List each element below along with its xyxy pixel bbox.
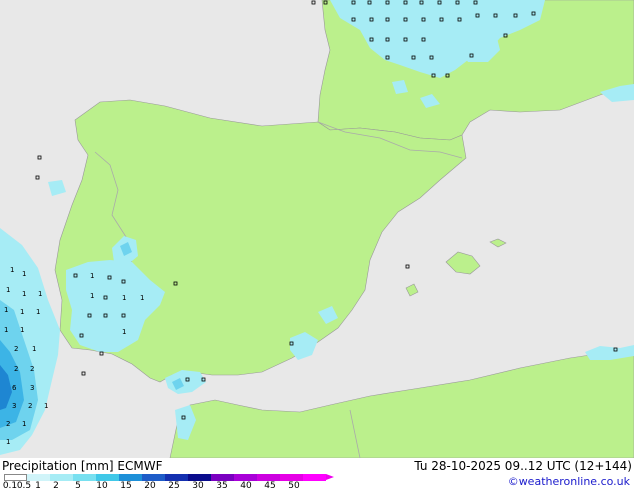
weather-map-frame: 1 1 1 1 1 1 1 1 1 1 2 1 2 2 6 3 3 2 1 2 … — [0, 0, 634, 491]
valid-time: Tu 28-10-2025 09..12 UTC (12+144) — [414, 459, 632, 473]
color-swatch — [303, 474, 326, 481]
color-swatch — [4, 474, 27, 481]
color-swatch — [188, 474, 211, 481]
color-scale-arrow — [326, 474, 334, 480]
color-swatch — [50, 474, 73, 481]
svg-text:1: 1 — [4, 306, 8, 314]
svg-text:1: 1 — [20, 326, 24, 334]
legend-model: ECMWF — [117, 459, 163, 473]
svg-text:2: 2 — [6, 420, 10, 428]
color-scale — [4, 474, 334, 481]
svg-text:1: 1 — [44, 402, 48, 410]
svg-text:1: 1 — [20, 308, 24, 316]
svg-text:6: 6 — [12, 384, 17, 392]
color-swatch — [257, 474, 280, 481]
color-swatch — [73, 474, 96, 481]
svg-text:2: 2 — [14, 345, 18, 353]
svg-text:1: 1 — [32, 345, 36, 353]
svg-text:1: 1 — [90, 272, 94, 280]
svg-text:1: 1 — [6, 438, 10, 446]
svg-text:2: 2 — [28, 402, 32, 410]
legend-title: Precipitation [mm] ECMWF — [2, 459, 162, 473]
color-swatch — [165, 474, 188, 481]
svg-text:2: 2 — [14, 365, 18, 373]
color-swatch — [27, 474, 50, 481]
svg-text:1: 1 — [36, 308, 40, 316]
svg-text:3: 3 — [30, 384, 34, 392]
svg-text:1: 1 — [38, 290, 42, 298]
color-swatch — [96, 474, 119, 481]
svg-text:1: 1 — [4, 326, 8, 334]
svg-text:1: 1 — [90, 292, 94, 300]
svg-text:1: 1 — [22, 270, 26, 278]
color-swatch — [142, 474, 165, 481]
svg-text:1: 1 — [140, 294, 144, 302]
svg-text:3: 3 — [12, 402, 16, 410]
credit-link[interactable]: ©weatheronline.co.uk — [508, 475, 630, 488]
legend-variable: Precipitation [mm] — [2, 459, 114, 473]
svg-text:2: 2 — [30, 365, 34, 373]
svg-text:1: 1 — [22, 420, 26, 428]
svg-text:1: 1 — [122, 294, 126, 302]
svg-text:1: 1 — [6, 286, 10, 294]
svg-text:1: 1 — [122, 328, 126, 336]
svg-text:1: 1 — [22, 290, 26, 298]
precipitation-map: 1 1 1 1 1 1 1 1 1 1 2 1 2 2 6 3 3 2 1 2 … — [0, 0, 634, 458]
color-swatch — [280, 474, 303, 481]
color-swatch — [119, 474, 142, 481]
svg-text:1: 1 — [10, 266, 14, 274]
color-swatch — [234, 474, 257, 481]
color-swatch — [211, 474, 234, 481]
